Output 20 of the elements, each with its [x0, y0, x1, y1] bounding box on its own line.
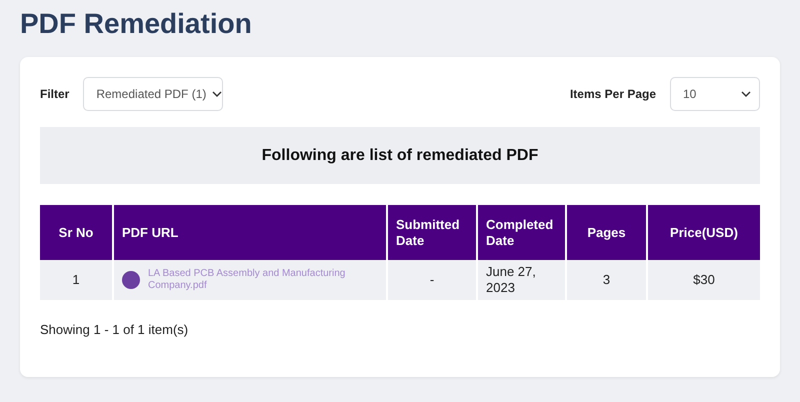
table-cell: $30: [647, 260, 760, 300]
table-cell: -: [387, 260, 477, 300]
column-header: Sr No: [40, 205, 113, 260]
filter-dropdown[interactable]: Remediated PDF (1): [83, 77, 224, 111]
chevron-down-icon: [212, 91, 222, 97]
table-cell: 3: [566, 260, 647, 300]
column-header: Completed Date: [477, 205, 566, 260]
column-header: Pages: [566, 205, 647, 260]
page-title: PDF Remediation: [20, 8, 253, 40]
column-header: Price(USD): [647, 205, 760, 260]
filter-label: Filter: [40, 87, 70, 101]
items-per-page-dropdown[interactable]: 10: [670, 77, 760, 111]
banner-text: Following are list of remediated PDF: [262, 146, 538, 164]
column-header: Submitted Date: [387, 205, 477, 260]
table-cell: 1: [40, 260, 113, 300]
pagination-summary: Showing 1 - 1 of 1 item(s): [40, 322, 190, 337]
items-per-page-label: Items Per Page: [570, 87, 656, 101]
column-header: PDF URL: [113, 205, 387, 260]
table-cell: June 27, 2023: [477, 260, 566, 300]
chevron-down-icon: [741, 91, 751, 97]
